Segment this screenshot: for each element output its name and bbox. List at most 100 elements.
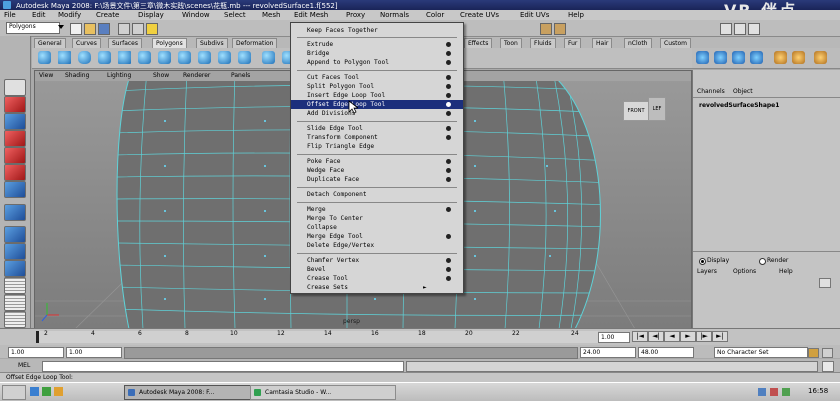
menu-display[interactable]: Display <box>138 11 164 19</box>
menu-edit-mesh[interactable]: Edit Mesh <box>294 11 328 19</box>
tray-icon[interactable] <box>770 388 778 396</box>
menu-item-crease-tool[interactable]: Crease Tool <box>291 274 463 283</box>
start-button[interactable] <box>2 385 26 400</box>
menu-item-cut-faces[interactable]: Cut Faces Tool <box>291 73 463 82</box>
ipr-render-icon[interactable] <box>554 23 566 35</box>
view-cube-front-face[interactable]: FRONT <box>623 101 649 121</box>
play-backward-icon[interactable]: ◄ <box>664 331 680 342</box>
paint-shelf-icon[interactable] <box>814 51 827 64</box>
option-box-icon[interactable] <box>446 93 451 98</box>
menu-modify[interactable]: Modify <box>58 11 81 19</box>
menu-item-duplicate-face[interactable]: Duplicate Face <box>291 175 463 184</box>
lasso-tool-icon[interactable] <box>4 96 26 113</box>
viewport-menu-panels[interactable]: Panels <box>231 72 250 79</box>
extrude-shelf-icon[interactable] <box>696 51 709 64</box>
mel-input[interactable] <box>42 361 404 372</box>
menu-select[interactable]: Select <box>224 11 246 19</box>
layout-four-icon[interactable] <box>4 243 26 260</box>
view-cube-side-face[interactable]: LEF <box>648 97 666 121</box>
menu-item-extrude[interactable]: Extrude <box>291 40 463 49</box>
menu-item-offset-edge-loop[interactable]: Offset Edge Loop Tool <box>291 100 463 109</box>
viewport-menu-show[interactable]: Show <box>153 72 169 79</box>
option-box-icon[interactable] <box>446 234 451 239</box>
select-tool-icon[interactable] <box>4 79 26 96</box>
poly-cube-icon[interactable] <box>58 51 71 64</box>
layout-hypergraph-icon[interactable] <box>4 294 26 311</box>
step-back-icon[interactable]: ◄| <box>648 331 664 342</box>
poly-cone-icon[interactable] <box>98 51 111 64</box>
option-box-icon[interactable] <box>446 159 451 164</box>
menu-item-split-polygon[interactable]: Split Polygon Tool <box>291 82 463 91</box>
menu-item-collapse[interactable]: Collapse <box>291 223 463 232</box>
menu-normals[interactable]: Normals <box>380 11 409 19</box>
menu-file[interactable]: File <box>4 11 16 19</box>
menu-window[interactable]: Window <box>182 11 210 19</box>
view-cube[interactable]: FRONT LEF <box>623 95 671 125</box>
go-to-end-icon[interactable]: ►| <box>712 331 728 342</box>
attribute-editor-toggle-icon[interactable] <box>720 23 732 35</box>
menu-help[interactable]: Help <box>568 11 584 19</box>
menu-item-poke-face[interactable]: Poke Face <box>291 157 463 166</box>
quick-launch-icon[interactable] <box>30 387 39 396</box>
layout-outliner-icon[interactable] <box>4 277 26 294</box>
menu-item-delete-edge-vertex[interactable]: Delete Edge/Vertex <box>291 241 463 250</box>
menu-item-transform-component[interactable]: Transform Component <box>291 133 463 142</box>
option-box-icon[interactable] <box>446 126 451 131</box>
viewport-menu-view[interactable]: View <box>39 72 53 79</box>
poly-pipe-icon[interactable] <box>198 51 211 64</box>
option-box-icon[interactable] <box>446 75 451 80</box>
playback-end-field[interactable]: 24.00 <box>580 347 636 358</box>
taskbar-item-maya[interactable]: Autodesk Maya 2008: F... <box>124 385 256 400</box>
option-box-icon[interactable] <box>446 111 451 116</box>
script-editor-icon[interactable] <box>822 361 834 372</box>
menu-set-dropdown[interactable]: Polygons <box>6 22 60 34</box>
render-settings-shelf-icon[interactable] <box>792 51 805 64</box>
playback-start-field[interactable]: 1.00 <box>66 347 122 358</box>
range-slider-bar[interactable] <box>124 347 578 359</box>
combine-icon[interactable] <box>262 51 275 64</box>
viewport-menu-shading[interactable]: Shading <box>65 72 89 79</box>
option-box-icon[interactable] <box>446 276 451 281</box>
rotate-tool-icon[interactable] <box>4 147 26 164</box>
viewport-menu-renderer[interactable]: Renderer <box>183 72 210 79</box>
taskbar-item-camtasia[interactable]: Camtasia Studio - W... <box>250 385 396 400</box>
layout-single-icon[interactable] <box>4 226 26 243</box>
layer-help-menu[interactable]: Help <box>779 268 793 275</box>
animation-start-field[interactable]: 1.00 <box>8 347 64 358</box>
layout-graph-editor-icon[interactable] <box>4 311 26 328</box>
quick-launch-icon[interactable] <box>54 387 63 396</box>
menu-item-add-divisions[interactable]: Add Divisions <box>291 109 463 118</box>
menu-item-append-to-polygon[interactable]: Append to Polygon Tool <box>291 58 463 67</box>
menu-color[interactable]: Color <box>426 11 444 19</box>
menu-edit-uvs[interactable]: Edit UVs <box>520 11 549 19</box>
paint-select-tool-icon[interactable] <box>4 113 26 130</box>
option-box-icon[interactable] <box>446 102 451 107</box>
hypershade-shelf-icon[interactable] <box>774 51 787 64</box>
manipulator-tool-icon[interactable] <box>4 181 26 198</box>
poly-torus-icon[interactable] <box>138 51 151 64</box>
poly-helix-icon[interactable] <box>218 51 231 64</box>
option-box-icon[interactable] <box>446 60 451 65</box>
menu-item-chamfer-vertex[interactable]: Chamfer Vertex <box>291 256 463 265</box>
poly-plane-icon[interactable] <box>118 51 131 64</box>
option-box-icon[interactable] <box>446 267 451 272</box>
menu-item-insert-edge-loop[interactable]: Insert Edge Loop Tool <box>291 91 463 100</box>
menu-item-bevel[interactable]: Bevel <box>291 265 463 274</box>
scale-tool-icon[interactable] <box>4 164 26 181</box>
current-time-marker[interactable] <box>36 331 39 343</box>
menu-item-merge-to-center[interactable]: Merge To Center <box>291 214 463 223</box>
dropdown-arrow-icon[interactable] <box>58 25 64 29</box>
menu-mesh[interactable]: Mesh <box>262 11 280 19</box>
render-layer-radio[interactable] <box>759 258 766 265</box>
poly-sphere-icon[interactable] <box>38 51 51 64</box>
tool-settings-toggle-icon[interactable] <box>734 23 746 35</box>
last-tool-icon[interactable] <box>4 204 26 221</box>
menu-item-flip-triangle-edge[interactable]: Flip Triangle Edge <box>291 142 463 151</box>
option-box-icon[interactable] <box>446 177 451 182</box>
character-set-dropdown[interactable]: No Character Set <box>714 347 808 358</box>
option-box-icon[interactable] <box>446 51 451 56</box>
animation-end-field[interactable]: 48.00 <box>638 347 694 358</box>
menu-create-uvs[interactable]: Create UVs <box>460 11 499 19</box>
poly-cylinder-icon[interactable] <box>78 51 91 64</box>
time-slider[interactable]: 2 4 6 8 10 12 14 16 18 20 22 24 1.00 |◄ … <box>0 328 840 345</box>
